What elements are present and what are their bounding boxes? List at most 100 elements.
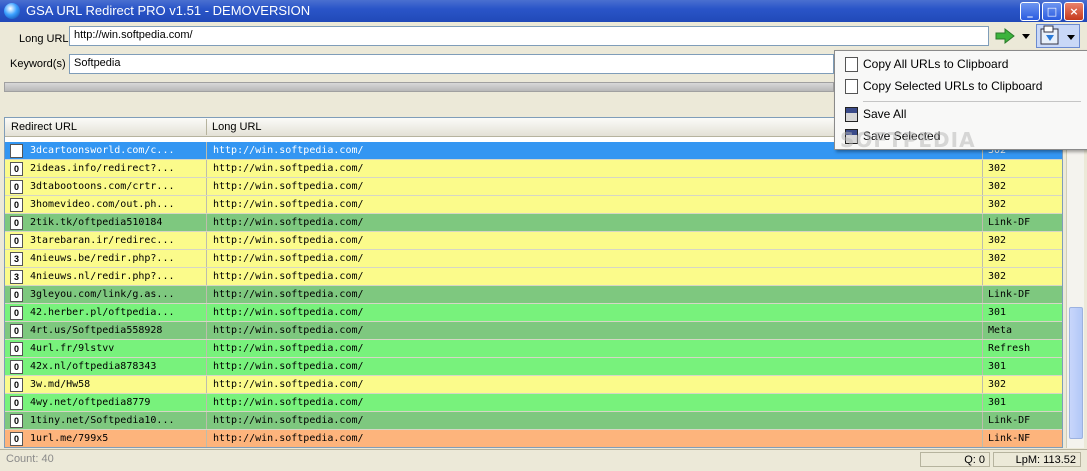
row-number-badge: 0 — [10, 234, 23, 248]
scrollbar-thumb[interactable] — [1069, 307, 1083, 439]
redirect-url-cell: 2tik.tk/oftpedia510184 — [30, 217, 163, 228]
table-row[interactable]: 0 2tik.tk/oftpedia510184 http://win.softpe… — [5, 214, 1062, 232]
vertical-scrollbar[interactable] — [1066, 117, 1084, 448]
results-grid[interactable]: Redirect URL Long URL 1 3dcartoonsworld.c… — [4, 117, 1063, 448]
long-url-cell: http://win.softpedia.com/ — [213, 145, 364, 156]
menu-item-label: Save All — [863, 107, 907, 121]
grid-rows: 1 3dcartoonsworld.com/c... http://win.soft… — [5, 142, 1062, 447]
redirect-url-cell: 4wy.net/oftpedia8779 — [30, 397, 151, 408]
column-header-redirect-url[interactable]: Redirect URL — [11, 121, 77, 133]
menu-item-copy-all[interactable]: Copy All URLs to Clipboard — [835, 53, 1085, 75]
table-row[interactable]: 0 4url.fr/9lstvv http://win.softpedia.com/… — [5, 340, 1062, 358]
table-row[interactable]: 0 42.herber.pl/oftpedia... http://win.soft… — [5, 304, 1062, 322]
long-url-cell: http://win.softpedia.com/ — [213, 415, 364, 426]
row-number-badge: 0 — [10, 360, 23, 374]
progress-bar — [4, 82, 834, 92]
minimize-button[interactable]: _ — [1020, 2, 1040, 21]
redirect-type-cell: Refresh — [988, 343, 1031, 354]
table-row[interactable]: 0 2ideas.info/redirect?... http://win.soft… — [5, 160, 1062, 178]
table-row[interactable]: 0 42x.nl/oftpedia878343 http://win.softped… — [5, 358, 1062, 376]
export-button[interactable] — [1036, 24, 1080, 48]
row-number-badge: 0 — [10, 288, 23, 302]
menu-item-label: Copy Selected URLs to Clipboard — [863, 79, 1043, 93]
table-row[interactable]: 0 4wy.net/oftpedia8779 http://win.softpedi… — [5, 394, 1062, 412]
redirect-type-cell: Link-DF — [988, 217, 1031, 228]
redirect-type-cell: Meta — [988, 325, 1013, 336]
long-url-cell: http://win.softpedia.com/ — [213, 379, 364, 390]
keyword-input[interactable]: Softpedia — [69, 54, 834, 74]
row-number-badge: 0 — [10, 162, 23, 176]
redirect-type-cell: 302 — [988, 271, 1007, 282]
table-row[interactable]: 0 3tarebaran.ir/redirec... http://win.soft… — [5, 232, 1062, 250]
title-bar: GSA URL Redirect PRO v1.51 - DEMOVERSION… — [0, 0, 1087, 22]
column-header-long-url[interactable]: Long URL — [212, 121, 262, 133]
menu-separator — [863, 101, 1081, 102]
menu-item-label: Copy All URLs to Clipboard — [863, 57, 1009, 71]
redirect-url-cell: 3homevideo.com/out.ph... — [30, 199, 175, 210]
redirect-type-cell: Link-DF — [988, 289, 1031, 300]
maximize-button[interactable]: □ — [1042, 2, 1062, 21]
row-number-badge: 0 — [10, 378, 23, 392]
long-url-label: Long URL — [19, 33, 69, 45]
redirect-type-cell: 302 — [988, 199, 1007, 210]
menu-item-save-all[interactable]: Save All — [835, 103, 1085, 125]
long-url-cell: http://win.softpedia.com/ — [213, 289, 364, 300]
redirect-type-cell: Link-DF — [988, 415, 1031, 426]
long-url-cell: http://win.softpedia.com/ — [213, 361, 364, 372]
row-number-badge: 0 — [10, 414, 23, 428]
table-row[interactable]: 0 1url.me/799x5 http://win.softpedia.com/L… — [5, 430, 1062, 447]
table-row[interactable]: 3 4nieuws.nl/redir.php?... http://win.soft… — [5, 268, 1062, 286]
row-number-badge: 0 — [10, 342, 23, 356]
table-row[interactable]: 0 3homevideo.com/out.ph... http://win.soft… — [5, 196, 1062, 214]
row-number-badge: 0 — [10, 306, 23, 320]
redirect-url-cell: 3gleyou.com/link/g.as... — [30, 289, 175, 300]
row-number-badge: 3 — [10, 270, 23, 284]
row-number-badge: 0 — [10, 180, 23, 194]
copy-icon — [845, 57, 858, 72]
long-url-cell: http://win.softpedia.com/ — [213, 163, 364, 174]
long-url-cell: http://win.softpedia.com/ — [213, 343, 364, 354]
go-arrow-icon[interactable] — [994, 27, 1016, 45]
close-button[interactable]: × — [1064, 2, 1084, 21]
go-dropdown-arrow-icon[interactable] — [1021, 31, 1031, 41]
status-lpm: LpM: 113.52 — [993, 452, 1081, 467]
status-count: Count: 40 — [6, 453, 54, 465]
table-row[interactable]: 0 3w.md/Hw58 http://win.softpedia.com/302 — [5, 376, 1062, 394]
redirect-type-cell: 301 — [988, 361, 1007, 372]
row-number-badge: 0 — [10, 198, 23, 212]
redirect-url-cell: 4nieuws.be/redir.php?... — [30, 253, 175, 264]
long-url-cell: http://win.softpedia.com/ — [213, 307, 364, 318]
row-number-badge: 0 — [10, 216, 23, 230]
redirect-url-cell: 3w.md/Hw58 — [30, 379, 91, 390]
long-url-cell: http://win.softpedia.com/ — [213, 253, 364, 264]
long-url-cell: http://win.softpedia.com/ — [213, 433, 364, 444]
redirect-url-cell: 1url.me/799x5 — [30, 433, 109, 444]
redirect-url-cell: 4url.fr/9lstvv — [30, 343, 115, 354]
long-url-cell: http://win.softpedia.com/ — [213, 325, 364, 336]
redirect-url-cell: 42.herber.pl/oftpedia... — [30, 307, 175, 318]
redirect-type-cell: 302 — [988, 379, 1007, 390]
redirect-url-cell: 3tarebaran.ir/redirec... — [30, 235, 175, 246]
redirect-url-cell: 3dtabootoons.com/crtr... — [30, 181, 175, 192]
redirect-type-cell: 302 — [988, 253, 1007, 264]
long-url-cell: http://win.softpedia.com/ — [213, 199, 364, 210]
redirect-type-cell: 302 — [988, 181, 1007, 192]
export-icon — [1040, 25, 1059, 45]
row-number-badge: 3 — [10, 252, 23, 266]
table-row[interactable]: 0 1tiny.net/Softpedia10... http://win.soft… — [5, 412, 1062, 430]
row-number-badge: 0 — [10, 432, 23, 446]
redirect-type-cell: Link-NF — [988, 433, 1031, 444]
redirect-type-cell: 301 — [988, 397, 1007, 408]
row-number-badge: 0 — [10, 396, 23, 410]
table-row[interactable]: 0 3dtabootoons.com/crtr... http://win.soft… — [5, 178, 1062, 196]
redirect-url-cell: 42x.nl/oftpedia878343 — [30, 361, 157, 372]
watermark: SOFTPEDIA — [840, 128, 976, 152]
export-dropdown-arrow-icon — [1067, 35, 1075, 40]
table-row[interactable]: 0 3gleyou.com/link/g.as... http://win.soft… — [5, 286, 1062, 304]
table-row[interactable]: 0 4rt.us/Softpedia558928 http://win.softpe… — [5, 322, 1062, 340]
table-row[interactable]: 3 4nieuws.be/redir.php?... http://win.soft… — [5, 250, 1062, 268]
long-url-input[interactable]: http://win.softpedia.com/ — [69, 26, 989, 46]
long-url-cell: http://win.softpedia.com/ — [213, 217, 364, 228]
menu-item-copy-selected[interactable]: Copy Selected URLs to Clipboard — [835, 75, 1085, 97]
window-title: GSA URL Redirect PRO v1.51 - DEMOVERSION — [26, 3, 311, 18]
